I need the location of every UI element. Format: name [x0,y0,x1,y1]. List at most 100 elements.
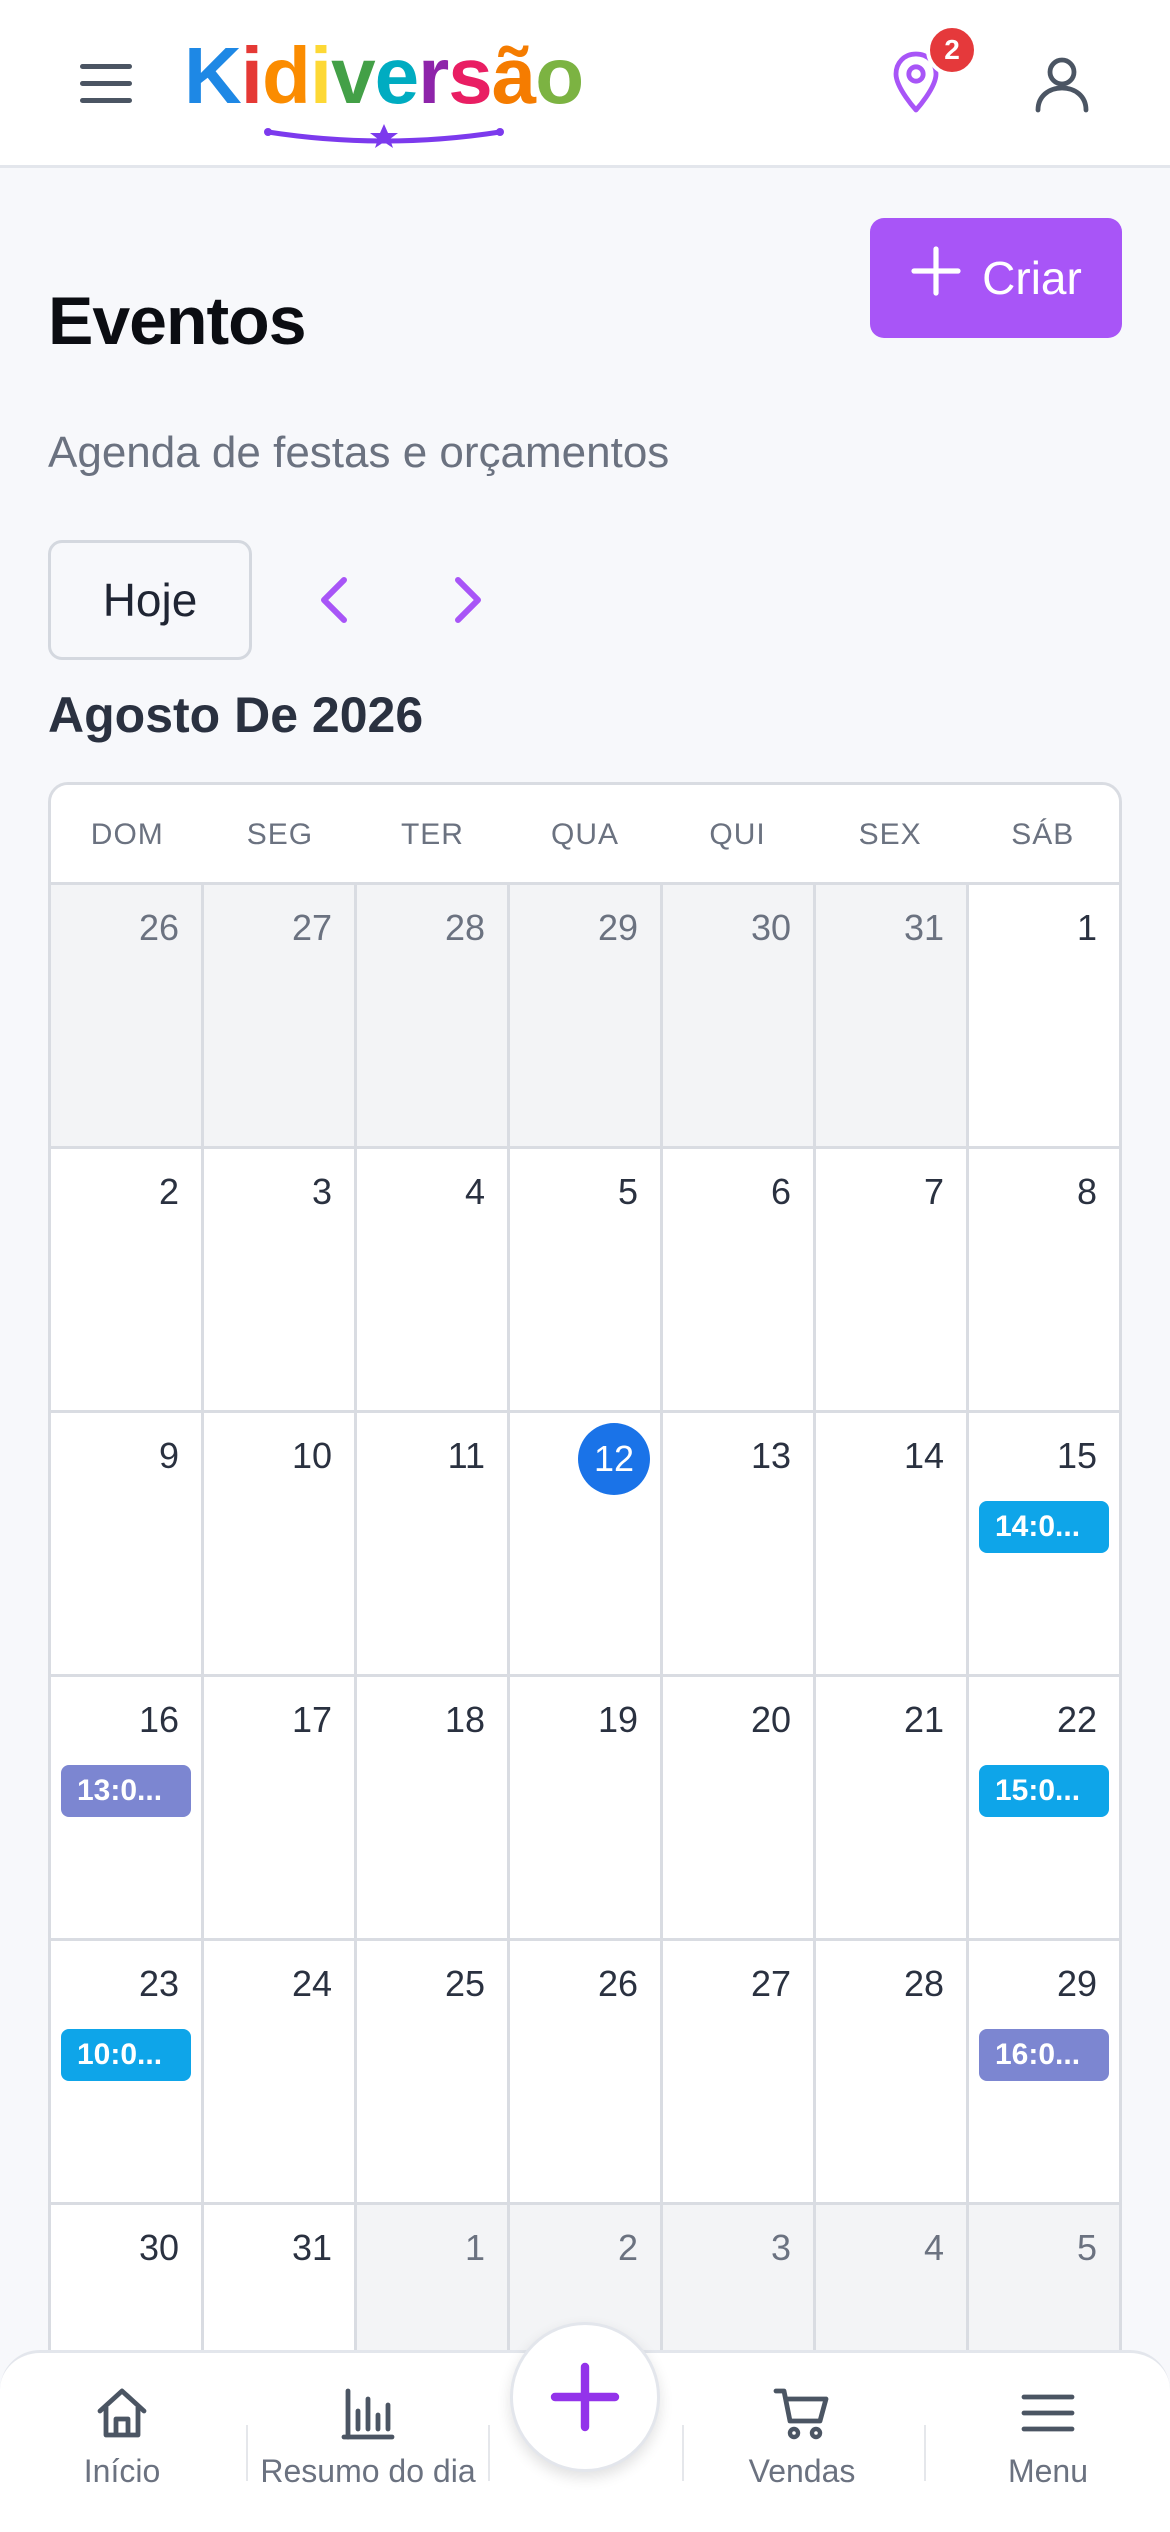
calendar-day-cell[interactable]: 15 14:0... [969,1413,1119,1674]
add-fab-button[interactable] [510,2322,660,2472]
calendar-day-cell[interactable]: 5 [510,1149,663,1410]
calendar-day-cell[interactable]: 16 13:0... [51,1677,204,1938]
bar-chart-icon [341,2388,395,2440]
calendar-day-cell[interactable]: 1 [969,885,1119,1146]
day-number: 27 [750,1963,791,2004]
hamburger-menu-icon[interactable] [80,62,136,106]
calendar-day-cell[interactable]: 23 10:0... [51,1941,204,2202]
day-number: 8 [1076,1171,1097,1212]
day-number: 20 [750,1699,791,1740]
day-number: 21 [903,1699,944,1740]
calendar-week-row: 26 27 28 29 30 31 1 [51,885,1119,1149]
calendar-day-cell[interactable]: 10 [204,1413,357,1674]
weekday-label: SEG [246,818,314,851]
calendar-day-cell[interactable]: 7 [816,1149,969,1410]
calendar-day-cell[interactable]: 17 [204,1677,357,1938]
page-title: Eventos [48,283,307,359]
notification-badge: 2 [926,24,978,76]
calendar-day-cell[interactable]: 13 [663,1413,816,1674]
calendar-day-cell[interactable]: 20 [663,1677,816,1938]
calendar-day-cell[interactable]: 27 [204,885,357,1146]
calendar-day-cell[interactable]: 28 [816,1941,969,2202]
logo-letter: v [331,31,375,120]
calendar-day-cell[interactable]: 12 [510,1413,663,1674]
calendar-day-cell[interactable]: 30 [663,885,816,1146]
plus-icon [550,2362,620,2432]
day-number: 7 [923,1171,944,1212]
event-chip[interactable]: 14:0... [979,1501,1109,1553]
event-chip[interactable]: 15:0... [979,1765,1109,1817]
day-number: 29 [597,907,638,948]
calendar-day-cell[interactable]: 6 [663,1149,816,1410]
day-number: 26 [597,1963,638,2004]
calendar-week-row: 2 3 4 5 6 7 8 [51,1149,1119,1413]
calendar-day-cell[interactable]: 14 [816,1413,969,1674]
event-chip[interactable]: 13:0... [61,1765,191,1817]
page-root: Kidiversão 2 Eventos Criar Agenda de fes… [0,0,1170,2532]
logo-letter: e [374,31,419,120]
user-profile-icon[interactable] [1030,52,1094,116]
day-number: 3 [311,1171,332,1212]
day-number: 15 [1056,1435,1097,1476]
cart-icon [773,2388,829,2440]
chevron-right-icon[interactable] [436,570,496,630]
calendar-week-row: 16 13:0... 17 18 19 20 21 22 15:0... [51,1677,1119,1941]
day-number: 2 [617,2227,638,2268]
home-icon [97,2388,147,2438]
day-number: 19 [597,1699,638,1740]
logo-letter: d [262,31,311,120]
calendar-day-cell[interactable]: 8 [969,1149,1119,1410]
nav-item-menu[interactable]: Menu [988,2383,1108,2513]
event-chip[interactable]: 16:0... [979,2029,1109,2081]
create-button-label: Criar [982,252,1082,304]
logo-letter: i [309,31,332,120]
calendar-day-cell[interactable]: 4 [357,1149,510,1410]
calendar-day-cell[interactable]: 11 [357,1413,510,1674]
calendar-day-cell[interactable]: 3 [204,1149,357,1410]
nav-divider [924,2425,926,2481]
nav-item-resumo-do-dia[interactable]: Resumo do dia [258,2383,478,2513]
weekday-label: QUA [551,818,620,851]
calendar-day-cell[interactable]: 31 [816,885,969,1146]
nav-item-inicio[interactable]: Início [62,2383,182,2513]
day-number: 16 [138,1699,179,1740]
nav-label: Início [83,2453,161,2489]
weekday-label: SÁB [1011,818,1075,851]
calendar-day-cell[interactable]: 26 [510,1941,663,2202]
calendar-day-cell[interactable]: 2 [51,1149,204,1410]
calendar-day-cell[interactable]: 26 [51,885,204,1146]
calendar-day-cell[interactable]: 29 [510,885,663,1146]
logo-letter: o [535,31,584,120]
logo-letter: i [240,31,263,120]
day-number: 3 [770,2227,791,2268]
calendar-day-cell[interactable]: 24 [204,1941,357,2202]
calendar-week-row: 23 10:0... 24 25 26 27 28 29 16:0... [51,1941,1119,2205]
calendar-day-cell[interactable]: 9 [51,1413,204,1674]
calendar-day-cell[interactable]: 21 [816,1677,969,1938]
calendar-day-cell[interactable]: 18 [357,1677,510,1938]
day-number: 17 [291,1699,332,1740]
day-number: 27 [291,907,332,948]
nav-divider [246,2425,248,2481]
nav-item-vendas[interactable]: Vendas [742,2383,862,2513]
nav-label: Resumo do dia [260,2453,476,2489]
event-chip[interactable]: 10:0... [61,2029,191,2081]
day-number: 24 [291,1963,332,2004]
calendar-day-cell[interactable]: 28 [357,885,510,1146]
day-number: 4 [923,2227,944,2268]
today-button[interactable]: Hoje [48,540,252,660]
calendar-weeks: 26 27 28 29 30 31 1 2 3 4 5 6 7 8 9 10 11 12 13 14 15 14:0...… [51,885,1119,2469]
day-number: 14 [903,1435,944,1476]
calendar-day-cell[interactable]: 27 [663,1941,816,2202]
calendar-day-cell[interactable]: 29 16:0... [969,1941,1119,2202]
day-number: 18 [444,1699,485,1740]
day-number: 29 [1056,1963,1097,2004]
chevron-left-icon[interactable] [306,570,366,630]
app-logo[interactable]: Kidiversão [184,28,584,148]
calendar-day-cell[interactable]: 22 15:0... [969,1677,1119,1938]
day-number: 25 [444,1963,485,2004]
menu-icon [1021,2394,1075,2432]
calendar-day-cell[interactable]: 19 [510,1677,663,1938]
calendar-day-cell[interactable]: 25 [357,1941,510,2202]
create-event-button[interactable]: Criar [870,218,1122,338]
